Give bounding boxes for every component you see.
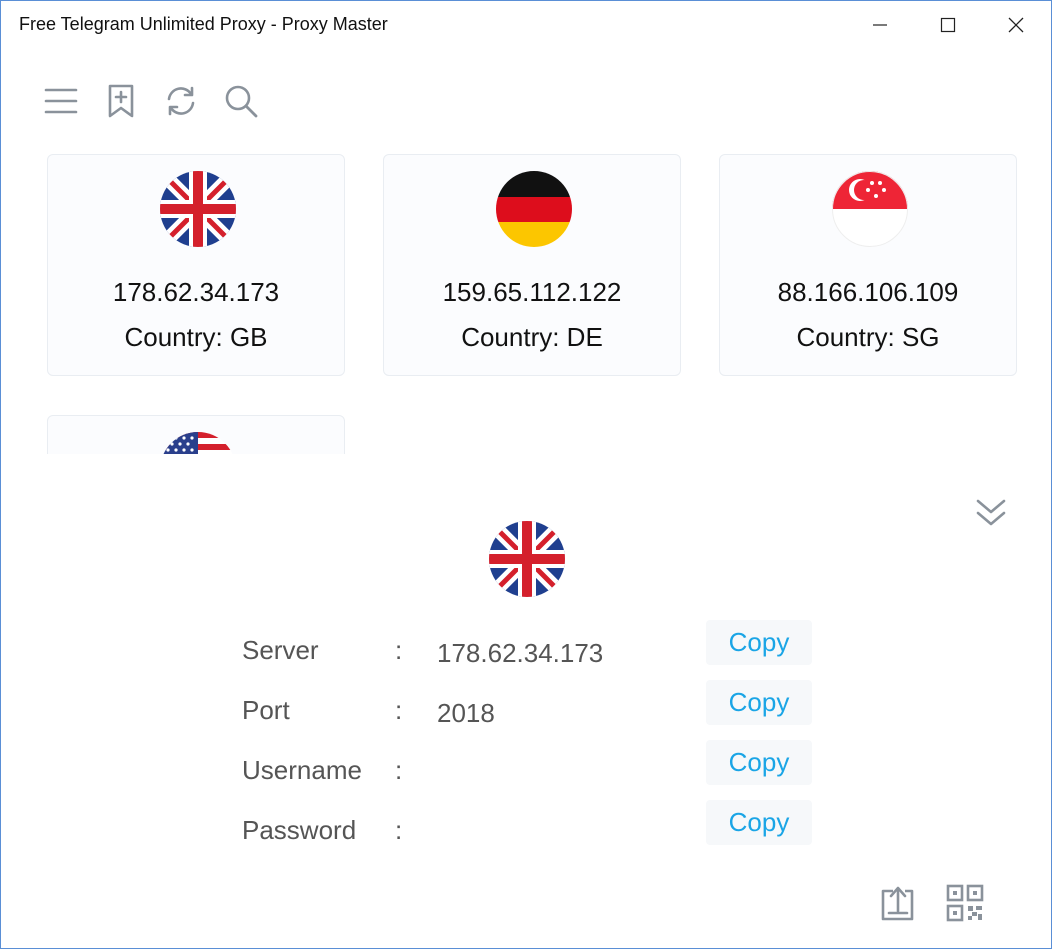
search-icon — [225, 85, 258, 118]
copy-server-button[interactable]: Copy — [706, 620, 812, 665]
detail-row-username: Username : Copy — [242, 740, 822, 795]
field-label: Password — [242, 815, 357, 845]
menu-icon — [44, 88, 78, 114]
gb-flag-icon — [489, 521, 565, 597]
de-flag-icon — [496, 171, 572, 247]
sg-flag-icon — [832, 171, 908, 247]
detail-row-port: Port : 2018 Copy — [242, 680, 822, 735]
field-separator: : — [395, 755, 403, 785]
proxy-card-sg[interactable]: 88.166.106.109 Country: SG — [719, 154, 1017, 376]
search-button[interactable] — [223, 83, 259, 119]
field-label: Server — [242, 635, 319, 665]
proxy-ip: 159.65.112.122 — [442, 277, 622, 307]
proxy-ip: 88.166.106.109 — [777, 277, 959, 307]
us-flag-icon — [160, 432, 236, 454]
field-separator: : — [395, 635, 403, 665]
proxy-country: Country: SG — [796, 322, 940, 352]
menu-button[interactable] — [43, 83, 79, 119]
maximize-button[interactable] — [925, 1, 971, 49]
app-window: Free Telegram Unlimited Proxy - Proxy Ma… — [0, 0, 1052, 949]
proxy-country: Country: GB — [124, 322, 268, 352]
window-title: Free Telegram Unlimited Proxy - Proxy Ma… — [19, 14, 388, 34]
detail-row-server: Server : 178.62.34.173 Copy — [242, 620, 822, 675]
server-value: 178.62.34.173 — [437, 638, 604, 668]
refresh-icon — [167, 86, 195, 116]
double-chevron-down-icon — [976, 499, 1006, 526]
minimize-icon — [873, 24, 887, 26]
gb-flag-icon — [160, 171, 236, 247]
qr-code-button[interactable] — [945, 883, 985, 923]
maximize-icon — [940, 17, 956, 33]
field-label: Port — [242, 695, 290, 725]
field-label: Username — [242, 755, 362, 785]
title-bar[interactable]: Free Telegram Unlimited Proxy - Proxy Ma… — [1, 1, 1051, 49]
minimize-button[interactable] — [857, 1, 903, 49]
refresh-button[interactable] — [163, 83, 199, 119]
close-icon — [1008, 17, 1024, 33]
add-bookmark-button[interactable] — [103, 83, 139, 119]
collapse-button[interactable] — [971, 493, 1011, 533]
share-button[interactable] — [879, 883, 919, 923]
proxy-card-gb[interactable]: 178.62.34.173 Country: GB — [47, 154, 345, 376]
copy-username-button[interactable]: Copy — [706, 740, 812, 785]
proxy-country: Country: DE — [461, 322, 603, 352]
port-value: 2018 — [437, 698, 495, 728]
proxy-ip: 178.62.34.173 — [112, 277, 280, 307]
field-separator: : — [395, 695, 403, 725]
copy-port-button[interactable]: Copy — [706, 680, 812, 725]
close-button[interactable] — [993, 1, 1039, 49]
field-separator: : — [395, 815, 403, 845]
proxy-list: 178.62.34.173 Country: GB 159.65.112.122… — [47, 154, 1021, 454]
qr-code-icon — [946, 884, 984, 922]
share-export-icon — [881, 886, 914, 921]
detail-row-password: Password : Copy — [242, 800, 822, 855]
copy-password-button[interactable]: Copy — [706, 800, 812, 845]
proxy-card-de[interactable]: 159.65.112.122 Country: DE — [383, 154, 681, 376]
proxy-card-us[interactable] — [47, 415, 345, 454]
bookmark-add-icon — [108, 84, 134, 118]
